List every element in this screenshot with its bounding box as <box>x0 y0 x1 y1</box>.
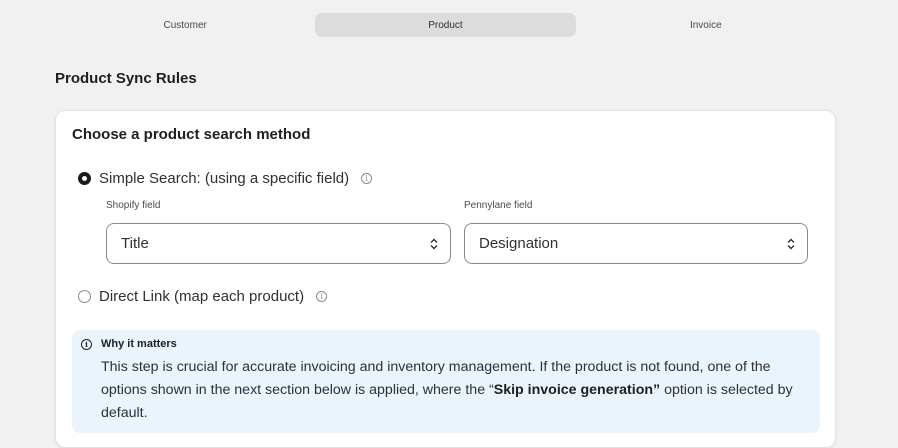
info-icon[interactable]: i <box>316 291 328 302</box>
direct-link-option[interactable]: Direct Link (map each product) i <box>78 288 328 305</box>
pennylane-field-label: Pennylane field <box>464 200 533 211</box>
search-method-card: Choose a product search method Simple Se… <box>55 110 836 448</box>
shopify-field-value: Title <box>121 235 149 252</box>
select-chevron-icon <box>787 238 795 250</box>
tab-invoice-label: Invoice <box>689 19 722 31</box>
tab-product[interactable]: Product <box>315 13 576 37</box>
banner-text-bold: Skip invoice generation” <box>493 382 661 398</box>
tab-bar: Customer Product Invoice <box>55 13 836 37</box>
direct-link-label: Direct Link (map each product) <box>99 288 305 305</box>
simple-search-radio[interactable] <box>78 172 91 185</box>
banner-title: Why it matters <box>101 338 177 350</box>
tab-invoice[interactable]: Invoice <box>576 13 836 37</box>
tab-customer-label: Customer <box>163 19 207 31</box>
pennylane-field-value: Designation <box>479 235 559 252</box>
info-icon: i <box>81 338 92 350</box>
simple-search-option[interactable]: Simple Search: (using a specific field) … <box>78 170 373 187</box>
banner-header: i Why it matters <box>81 338 177 350</box>
tab-customer[interactable]: Customer <box>55 13 315 37</box>
select-chevron-icon <box>430 238 438 250</box>
pennylane-field-select[interactable]: Designation <box>464 223 808 264</box>
card-title: Choose a product search method <box>72 126 311 143</box>
info-banner: i Why it matters This step is crucial fo… <box>72 330 820 433</box>
shopify-field-select[interactable]: Title <box>106 223 451 264</box>
direct-link-radio[interactable] <box>78 290 91 303</box>
info-icon[interactable]: i <box>361 173 373 184</box>
simple-search-label: Simple Search: (using a specific field) <box>99 170 350 187</box>
tab-product-label: Product <box>428 19 463 31</box>
section-title: Product Sync Rules <box>55 70 197 87</box>
shopify-field-label: Shopify field <box>106 200 161 211</box>
banner-text: This step is crucial for accurate invoic… <box>101 356 817 425</box>
